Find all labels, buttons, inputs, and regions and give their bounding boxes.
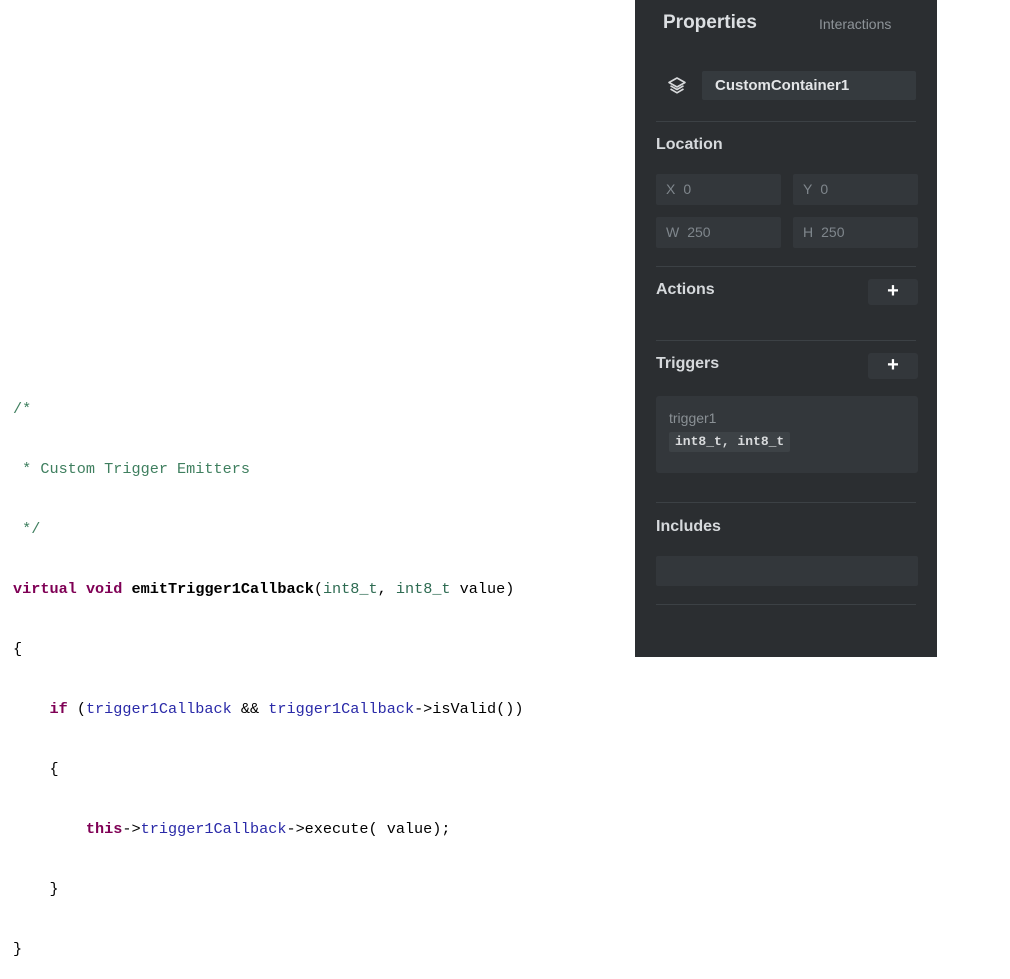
add-trigger-button[interactable]: +: [868, 353, 918, 379]
h-value: 250: [821, 224, 845, 240]
code-type: int8_t: [395, 580, 451, 598]
includes-title: Includes: [656, 518, 721, 535]
code-brace: }: [13, 940, 23, 958]
w-value: 250: [687, 224, 711, 240]
code-variable: trigger1Callback: [140, 820, 287, 838]
code-punct: (: [67, 700, 86, 718]
code-line-8: this->trigger1Callback->execute( value);: [13, 819, 523, 839]
divider: [656, 604, 916, 605]
code-comment: /*: [13, 400, 32, 418]
location-title: Location: [656, 136, 723, 153]
code-line-1: /*: [13, 399, 523, 419]
code-line-5: {: [13, 639, 523, 659]
code-line-4: virtual void emitTrigger1Callback(int8_t…: [13, 579, 523, 599]
x-label: X: [666, 181, 676, 197]
actions-title: Actions: [656, 281, 715, 298]
code-call: ->isValid()): [414, 700, 524, 718]
code-brace: {: [49, 760, 59, 778]
code-function-name: emitTrigger1Callback: [131, 580, 314, 598]
width-field[interactable]: W 250: [656, 217, 781, 248]
code-keyword: this: [85, 820, 123, 838]
code-operator: &&: [231, 700, 269, 718]
code-call: ->execute( value);: [286, 820, 451, 838]
code-line-3: */: [13, 519, 523, 539]
h-label: H: [803, 224, 814, 240]
code-comment: * Custom Trigger Emitters: [13, 460, 250, 478]
divider: [656, 121, 916, 122]
triggers-title: Triggers: [656, 355, 720, 372]
plus-icon: +: [887, 354, 899, 376]
code-line-2: * Custom Trigger Emitters: [13, 459, 523, 479]
height-field[interactable]: H 250: [793, 217, 918, 248]
x-field[interactable]: X0: [656, 174, 781, 205]
code-comment: */: [13, 520, 41, 538]
code-line-9: }: [13, 879, 523, 899]
trigger-name: trigger1: [669, 410, 717, 426]
code-brace: }: [49, 880, 59, 898]
code-keyword: virtual: [13, 580, 77, 598]
tab-properties[interactable]: Properties: [663, 12, 757, 34]
layers-icon: [667, 76, 687, 96]
trigger-signature: int8_t, int8_t: [669, 432, 791, 452]
plus-icon: +: [887, 280, 899, 302]
code-variable: trigger1Callback: [85, 700, 232, 718]
code-line-10: }: [13, 939, 523, 959]
trigger-item[interactable]: trigger1 int8_t, int8_t: [656, 396, 918, 473]
add-action-button[interactable]: +: [868, 279, 918, 305]
code-keyword: void: [85, 580, 123, 598]
x-value: 0: [683, 181, 692, 197]
divider: [656, 266, 916, 267]
code-brace: {: [13, 640, 23, 658]
y-label: Y: [803, 181, 813, 197]
code-line-6: if (trigger1Callback && trigger1Callback…: [13, 699, 523, 719]
code-operator: ->: [122, 820, 141, 838]
code-punct: ,: [377, 580, 396, 598]
code-punct: (: [313, 580, 323, 598]
code-keyword: if: [49, 700, 68, 718]
y-value: 0: [820, 181, 829, 197]
divider: [656, 502, 916, 503]
code-variable: trigger1Callback: [268, 700, 415, 718]
code-type: int8_t: [322, 580, 378, 598]
tab-interactions[interactable]: Interactions: [819, 16, 891, 32]
divider: [656, 340, 916, 341]
includes-field[interactable]: [656, 556, 918, 586]
code-line-7: {: [13, 759, 523, 779]
component-name-field[interactable]: CustomContainer1: [702, 71, 916, 100]
y-field[interactable]: Y0: [793, 174, 918, 205]
code-editor[interactable]: /* * Custom Trigger Emitters */ virtual …: [13, 359, 523, 979]
properties-panel: Properties Interactions CustomContainer1…: [635, 0, 937, 657]
w-label: W: [666, 224, 680, 240]
code-param: value): [450, 580, 515, 598]
